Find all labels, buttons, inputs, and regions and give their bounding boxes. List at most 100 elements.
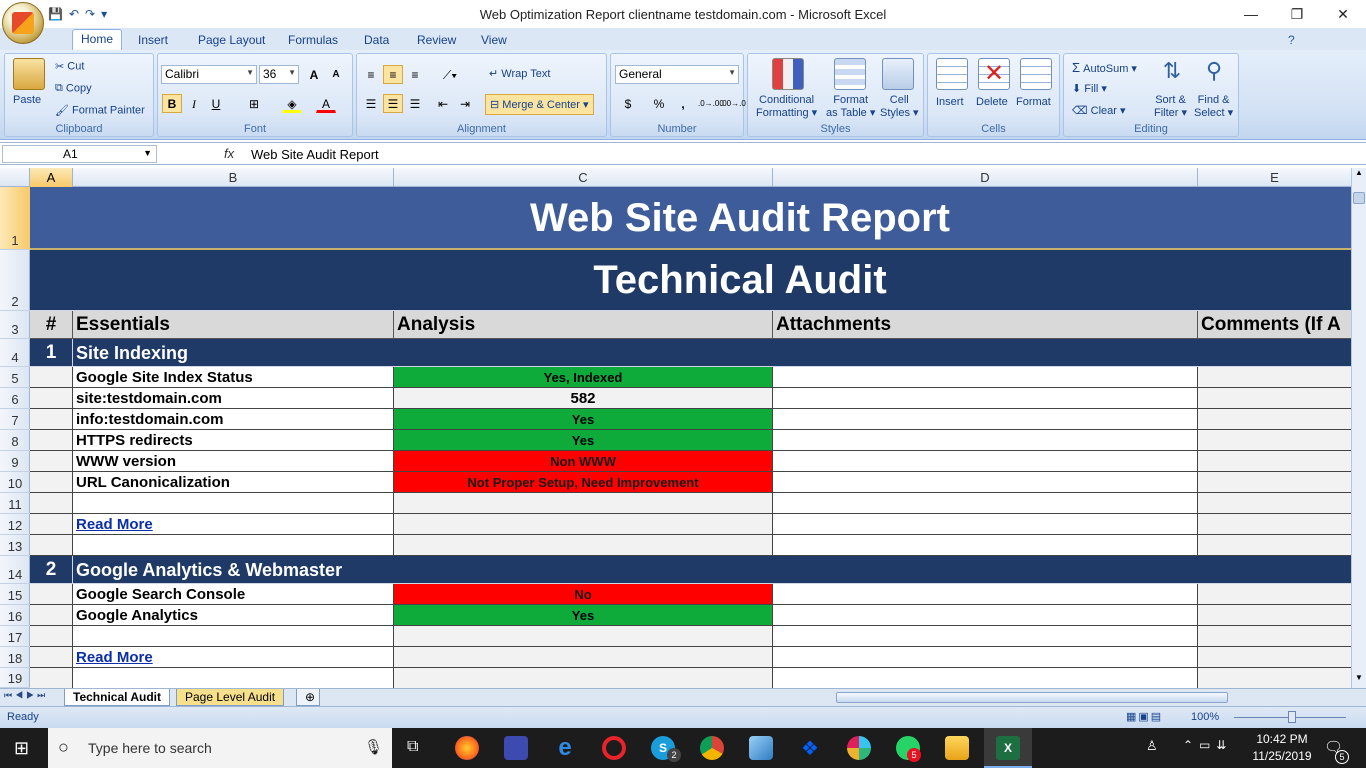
cell-d19[interactable]	[773, 668, 1198, 688]
cell-d11[interactable]	[773, 493, 1198, 514]
row-header[interactable]: 14	[0, 556, 30, 584]
cell-a9[interactable]	[30, 451, 73, 472]
cell-b13[interactable]	[73, 535, 394, 556]
analysis-status-cell[interactable]: Yes	[394, 430, 773, 451]
analysis-status-cell[interactable]: Not Proper Setup, Need Improvement	[394, 472, 773, 493]
currency-button[interactable]: $	[615, 94, 641, 113]
cell-a10[interactable]	[30, 472, 73, 493]
conditional-formatting-button[interactable]: Conditional Formatting ▾	[756, 94, 817, 120]
cell-c13[interactable]	[394, 535, 773, 556]
autosum-button[interactable]: Σ AutoSum ▾	[1072, 60, 1137, 75]
worksheet-grid[interactable]: Web Site Audit Report Technical Audit # …	[30, 187, 1351, 688]
restore-button[interactable]: ❐	[1274, 0, 1320, 28]
cell-c11[interactable]	[394, 493, 773, 514]
tab-page-layout[interactable]: Page Layout	[190, 31, 273, 50]
cell-a11[interactable]	[30, 493, 73, 514]
row-header[interactable]: 10	[0, 472, 30, 493]
merge-center-button[interactable]: ⊟ Merge & Center ▾	[485, 94, 594, 115]
comment-cell[interactable]	[1198, 388, 1351, 409]
delete-cells-button[interactable]: Delete	[976, 96, 1008, 108]
edge-icon[interactable]: e	[553, 736, 577, 760]
increase-indent-icon[interactable]: ⇥	[455, 94, 475, 113]
item-label-cell[interactable]: Google Analytics	[73, 605, 394, 626]
windows-start-icon[interactable]: ⊞	[14, 738, 29, 759]
attachment-cell[interactable]	[773, 605, 1198, 626]
scroll-up-icon[interactable]: ▲	[1353, 168, 1365, 182]
align-left-icon[interactable]: ☰	[361, 94, 381, 113]
row-header[interactable]: 16	[0, 605, 30, 626]
report-title-cell[interactable]: Web Site Audit Report	[30, 187, 1351, 250]
row-header[interactable]: 2	[0, 250, 30, 311]
read-more-link[interactable]: Read More	[73, 647, 394, 668]
section-1-name[interactable]: Site Indexing	[73, 339, 1351, 367]
grow-font-button[interactable]: A	[304, 65, 324, 84]
comment-cell[interactable]	[1198, 605, 1351, 626]
cell-a6[interactable]	[30, 388, 73, 409]
zoom-slider-thumb[interactable]	[1288, 711, 1296, 723]
format-as-table-button[interactable]: Format as Table ▾	[826, 94, 875, 120]
tab-data[interactable]: Data	[356, 31, 397, 50]
clock-time[interactable]: 10:42 PM	[1252, 732, 1312, 746]
view-buttons-icon[interactable]: ▦▣▤	[1126, 710, 1163, 723]
row-header[interactable]: 8	[0, 430, 30, 451]
cell-c19[interactable]	[394, 668, 773, 688]
save-icon[interactable]: 💾	[48, 7, 63, 21]
insert-function-button[interactable]: fx	[224, 146, 234, 161]
align-right-icon[interactable]: ☰	[405, 94, 425, 113]
microphone-icon[interactable]: 🎙	[364, 738, 383, 756]
cell-b19[interactable]	[73, 668, 394, 688]
font-color-icon[interactable]: A	[316, 94, 336, 113]
cell-a16[interactable]	[30, 605, 73, 626]
analysis-status-cell[interactable]: Yes	[394, 605, 773, 626]
row-header[interactable]: 18	[0, 647, 30, 668]
insert-sheet-icon[interactable]: ⊕	[296, 689, 320, 706]
tab-insert[interactable]: Insert	[130, 31, 176, 50]
formula-content[interactable]: Web Site Audit Report	[251, 147, 379, 162]
row-header[interactable]: 19	[0, 668, 30, 688]
taskbar-search-box[interactable]: ○ Type here to search 🎙	[48, 728, 392, 768]
sheet-nav-icon[interactable]: ⏮◀▶⏭	[4, 690, 48, 701]
header-attachments-cell[interactable]: Attachments	[773, 311, 1198, 339]
underline-button[interactable]: U	[206, 94, 226, 113]
undo-icon[interactable]: ↶	[69, 7, 79, 21]
tab-view[interactable]: View	[473, 31, 515, 50]
insert-cells-button[interactable]: Insert	[936, 96, 964, 108]
item-label-cell[interactable]: site:testdomain.com	[73, 388, 394, 409]
scroll-down-icon[interactable]: ▼	[1353, 673, 1365, 687]
cell-a18[interactable]	[30, 647, 73, 668]
column-header-a[interactable]: A	[30, 168, 73, 187]
notes-icon[interactable]	[749, 736, 773, 760]
font-size-select[interactable]: 36 ▼	[259, 65, 299, 84]
read-more-link[interactable]: Read More	[73, 514, 394, 535]
cell-d17[interactable]	[773, 626, 1198, 647]
cell-e12[interactable]	[1198, 514, 1351, 535]
item-label-cell[interactable]: info:testdomain.com	[73, 409, 394, 430]
cell-a8[interactable]	[30, 430, 73, 451]
header-essentials-cell[interactable]: Essentials	[73, 311, 394, 339]
attachment-cell[interactable]	[773, 430, 1198, 451]
horizontal-scroll-thumb[interactable]	[836, 692, 1228, 703]
analysis-status-cell[interactable]: Non WWW	[394, 451, 773, 472]
borders-icon[interactable]: ⊞	[244, 94, 264, 113]
align-middle-icon[interactable]: ≡	[383, 65, 403, 84]
section-2-name[interactable]: Google Analytics & Webmaster	[73, 556, 1351, 584]
orientation-icon[interactable]: ⟋▾	[435, 65, 465, 84]
row-header[interactable]: 13	[0, 535, 30, 556]
decrease-indent-icon[interactable]: ⇤	[433, 94, 453, 113]
cell-e19[interactable]	[1198, 668, 1351, 688]
task-view-icon[interactable]: ⧉	[407, 738, 418, 756]
wrap-text-button[interactable]: ↵ Wrap Text	[489, 67, 550, 80]
cell-e13[interactable]	[1198, 535, 1351, 556]
firefox-icon[interactable]	[455, 736, 479, 760]
cell-b17[interactable]	[73, 626, 394, 647]
people-icon[interactable]: ♙	[1146, 738, 1158, 754]
section-2-num[interactable]: 2	[30, 556, 73, 584]
office-button[interactable]	[2, 2, 44, 44]
dropbox-icon[interactable]: ❖	[798, 736, 822, 760]
cell-b11[interactable]	[73, 493, 394, 514]
cell-d12[interactable]	[773, 514, 1198, 535]
column-header-e[interactable]: E	[1198, 168, 1352, 187]
attachment-cell[interactable]	[773, 584, 1198, 605]
row-header[interactable]: 9	[0, 451, 30, 472]
cell-a7[interactable]	[30, 409, 73, 430]
